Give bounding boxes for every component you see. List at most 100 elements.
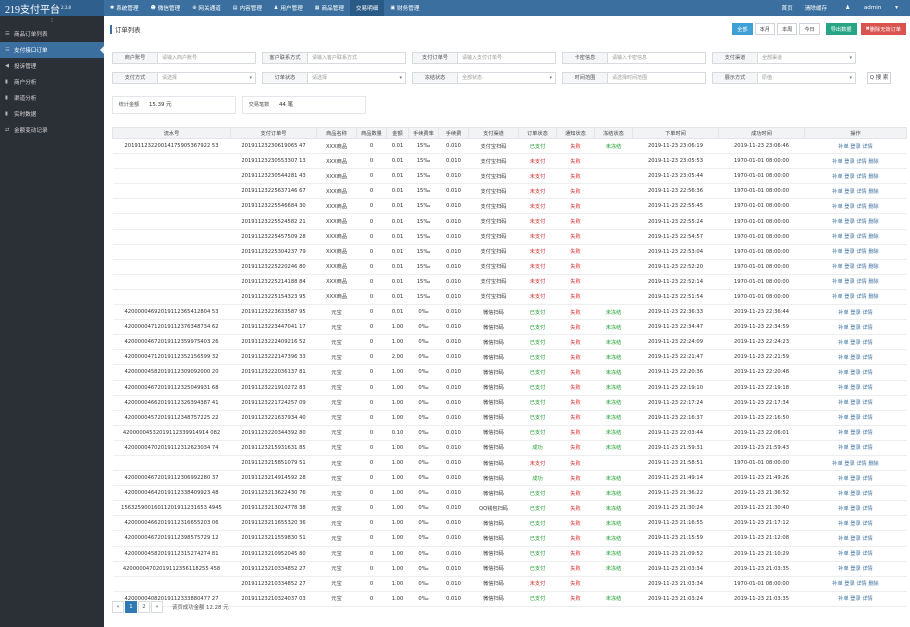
row-actions[interactable]: 补单 登录 详情 [804, 546, 907, 562]
row-actions[interactable]: 补单 登录 详情 [804, 530, 907, 547]
table-cell [594, 213, 633, 230]
clear-cache-link[interactable]: 清除缓存 [799, 4, 833, 12]
table-cell: 20191123225637146 67 [230, 183, 317, 200]
filter-input[interactable]: 请选择时间范围 [608, 72, 706, 84]
row-actions[interactable]: 补单 登录 详情 删除 [804, 153, 907, 170]
table-cell: QQ钱包扫码 [468, 500, 519, 517]
table-cell: 0‰ [408, 576, 439, 592]
row-actions[interactable]: 补单 登录 详情 [804, 304, 907, 321]
table-cell: 1.00 [386, 561, 409, 577]
filter-input[interactable]: 请输入商户账号 [158, 52, 256, 64]
sidebar-item-6[interactable]: ⇄ 金额变动记录 [0, 122, 104, 138]
row-actions[interactable]: 补单 登录 详情 删除 [804, 229, 907, 245]
row-actions[interactable]: 补单 登录 详情 删除 [804, 198, 907, 215]
page-1-button[interactable]: 1 [125, 601, 137, 613]
topnav-label: 微信管理 [157, 6, 181, 12]
brand-logo[interactable]: 219支付平台 2.3.8 [0, 0, 104, 16]
filter-input[interactable]: 请输入客户联系方式 [308, 52, 406, 64]
table-cell: 20191123210334852 27 [230, 561, 317, 577]
topnav-label: 财务管理 [397, 6, 420, 12]
sidebar-toggle-icon[interactable]: ⁝ [0, 16, 104, 26]
row-actions[interactable]: 补单 登录 详情 [804, 591, 907, 607]
delete-invalid-button[interactable]: ✖ 删除无效订单 [860, 23, 906, 35]
row-actions[interactable]: 补单 登录 详情 删除 [804, 576, 907, 592]
prev-page-button[interactable]: « [112, 601, 124, 613]
row-actions[interactable]: 补单 登录 详情 [804, 515, 907, 532]
row-actions[interactable]: 补单 登录 详情 删除 [804, 213, 907, 230]
row-actions[interactable]: 补单 登录 详情 删除 [804, 455, 907, 472]
export-button[interactable]: 导出数据 [825, 23, 857, 35]
row-actions[interactable]: 补单 登录 详情 [804, 470, 907, 487]
sidebar-item-4[interactable]: ▮ 渠道分析 [0, 90, 104, 106]
table-row: 42000004532019112339914914 082 2019112322… [112, 425, 907, 441]
filter-input[interactable]: 请输入支付订单号 [458, 52, 556, 64]
row-actions[interactable]: 补单 登录 详情 删除 [804, 168, 907, 185]
sidebar-item-3[interactable]: ▮ 商户分析 [0, 74, 104, 90]
topnav-item-6[interactable]: 交易明细 [349, 0, 385, 16]
range-week-button[interactable]: 本周 [776, 23, 798, 35]
table-cell: 20191123211655320 36 [230, 515, 317, 532]
row-actions[interactable]: 补单 登录 详情 删除 [804, 274, 907, 290]
row-actions[interactable]: 补单 登录 详情 删除 [804, 183, 907, 200]
row-actions[interactable]: 补单 登录 详情 删除 [804, 244, 907, 260]
table-cell: 微信扫码 [468, 395, 519, 411]
search-button[interactable]: Q 搜 索 [867, 72, 891, 84]
filter-group: 订单状态 请选择 [262, 72, 409, 84]
topnav-item-0[interactable]: ✱ 系统管理 [104, 0, 145, 16]
row-actions[interactable]: 补单 登录 详情 [804, 410, 907, 426]
row-actions[interactable]: 补单 登录 详情 [804, 334, 907, 351]
table-row: 20191123215851079 51 元宝 0 1.00 0‰ 0.010 微信扫码 未支… [112, 455, 907, 472]
row-actions[interactable]: 补单 登录 详情 [804, 440, 907, 456]
home-link[interactable]: 首页 [775, 4, 798, 12]
filter-select[interactable]: 请选择 [308, 72, 406, 84]
sidebar-item-1[interactable]: ☰ 支付接口订单 [0, 42, 104, 58]
sidebar-item-0[interactable]: ☰ 商品订单列表 [0, 26, 104, 42]
topnav-item-4[interactable]: ♟ 用户管理 [268, 0, 309, 16]
filter-select[interactable]: 请选择 [158, 72, 256, 84]
row-actions[interactable]: 补单 登录 详情 [804, 349, 907, 366]
table-cell: 2019-11-23 22:36:44 [718, 304, 805, 321]
topnav-item-2[interactable]: ⊕ 网关通道 [186, 0, 227, 16]
table-cell: 1.00 [386, 485, 409, 502]
topnav-item-5[interactable]: ▦ 商品管理 [309, 0, 350, 16]
row-actions[interactable]: 补单 登录 详情 [804, 380, 907, 396]
user-menu[interactable]: ♟ admin ▾ [833, 5, 910, 11]
table-cell: 未冻结 [594, 440, 633, 456]
topnav-item-1[interactable]: ☻ 微信管理 [145, 0, 187, 16]
range-today-button[interactable]: 今日 [799, 23, 820, 35]
filter-select[interactable]: 全部渠道 [758, 52, 856, 64]
row-actions[interactable]: 补单 登录 详情 [804, 561, 907, 577]
table-cell: 已支付 [518, 561, 557, 577]
table-cell: 0 [356, 455, 387, 472]
row-actions[interactable]: 补单 登录 详情 [804, 485, 907, 502]
table-cell: 微信扫码 [468, 349, 519, 366]
row-actions[interactable]: 补单 登录 详情 删除 [804, 259, 907, 275]
sidebar-item-5[interactable]: ▮ 实时数据 [0, 106, 104, 122]
page-2-button[interactable]: 2 [138, 601, 150, 613]
sidebar-menu: ☰ 商品订单列表 ☰ 支付接口订单 ◀ 投诉管理 ▮ 商户分析 ▮ 渠道分析 ▮ 实时数据 ⇄ 金额变动记… [0, 26, 104, 138]
table-cell: 失败 [556, 259, 595, 275]
row-actions[interactable]: 补单 登录 详情 删除 [804, 289, 907, 306]
row-actions[interactable]: 补单 登录 详情 [804, 364, 907, 381]
table-cell: 0.010 [438, 183, 469, 200]
filter-input[interactable]: 请输入卡密信息 [608, 52, 706, 64]
range-month-button[interactable]: 本月 [754, 23, 775, 35]
top-menu: ✱ 系统管理 ☻ 微信管理 ⊕ 网关通道 ▤ 内容管理 ♟ 用户管理 ▦ 商品管理 交易明细 ▣ 财务管理 [104, 0, 425, 16]
next-page-button[interactable]: » [151, 601, 163, 613]
sidebar-item-2[interactable]: ◀ 投诉管理 [0, 58, 104, 74]
filter-select[interactable]: 原值 [758, 72, 856, 84]
range-all-button[interactable]: 全部 [732, 23, 753, 35]
row-actions[interactable]: 补单 登录 详情 [804, 500, 907, 517]
table-cell: 微信扫码 [468, 425, 519, 441]
row-actions[interactable]: 补单 登录 详情 [804, 395, 907, 411]
row-actions[interactable]: 补单 登录 详情 [804, 319, 907, 336]
table-cell: 失败 [556, 410, 595, 426]
topnav-item-7[interactable]: ▣ 财务管理 [384, 0, 425, 16]
filter-select[interactable]: 全部状态 [458, 72, 556, 84]
row-actions[interactable]: 补单 登录 详情 [804, 138, 907, 155]
topnav-item-3[interactable]: ▤ 内容管理 [227, 0, 268, 16]
table-cell: 未冻结 [594, 591, 633, 607]
row-actions[interactable]: 补单 登录 详情 [804, 425, 907, 441]
table-cell: 0‰ [408, 470, 439, 487]
table-cell: 失败 [556, 138, 595, 155]
